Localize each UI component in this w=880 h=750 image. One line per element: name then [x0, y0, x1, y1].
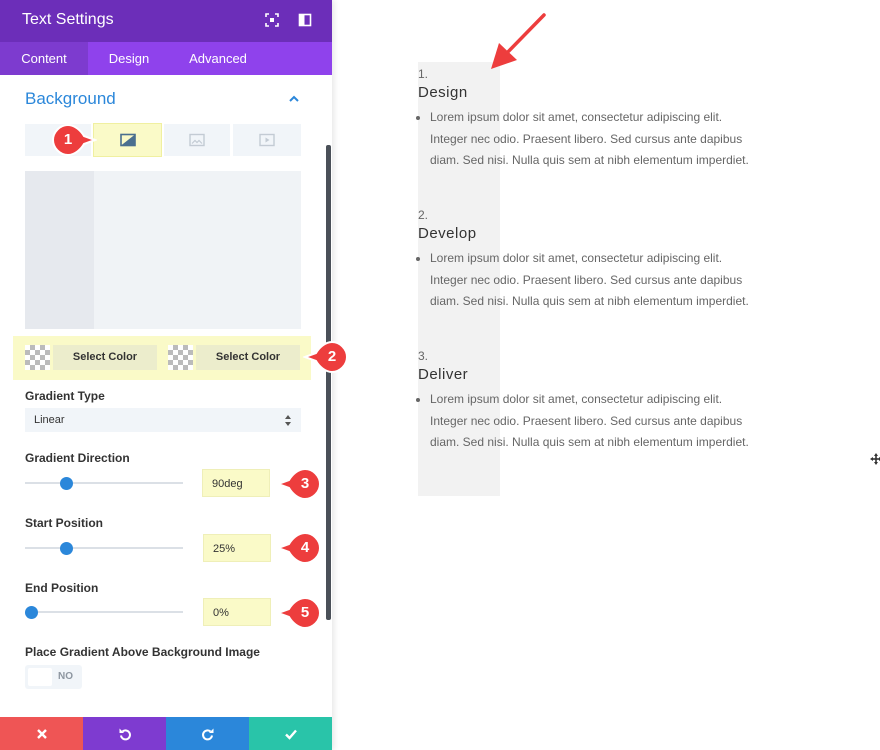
tab-design[interactable]: Design	[88, 42, 170, 75]
item-text: Lorem ipsum dolor sit amet, consectetur …	[430, 248, 758, 313]
focus-icon[interactable]	[265, 13, 279, 27]
select-arrows-icon	[285, 415, 291, 426]
gradient-type-value: Linear	[34, 414, 65, 426]
panel-action-bar	[0, 717, 332, 750]
item-text: Lorem ipsum dolor sit amet, consectetur …	[430, 107, 758, 172]
item-number: 1.	[418, 67, 429, 81]
image-icon	[189, 133, 205, 147]
marker-number: 1	[63, 131, 73, 148]
chevron-up-icon[interactable]	[287, 92, 301, 104]
undo-button[interactable]	[83, 717, 166, 750]
arrow-annotation-icon	[491, 13, 546, 69]
place-gradient-label: Place Gradient Above Background Image	[25, 645, 260, 659]
gradient-type-select[interactable]: Linear	[25, 408, 301, 432]
gradient-type-label: Gradient Type	[25, 389, 105, 403]
item-number: 3.	[418, 349, 429, 363]
annotation-marker-3: 3	[276, 467, 322, 501]
end-position-slider[interactable]	[25, 611, 183, 613]
marker-number: 2	[327, 348, 337, 365]
select-end-color-button[interactable]: Select Color	[196, 345, 300, 370]
section-title[interactable]: Background	[25, 89, 116, 109]
select-start-color-button[interactable]: Select Color	[53, 345, 157, 370]
item-text: Lorem ipsum dolor sit amet, consectetur …	[430, 389, 758, 454]
item-title: Develop	[418, 225, 477, 242]
annotation-marker-1: 1	[51, 123, 97, 157]
save-button[interactable]	[249, 717, 332, 750]
sidebar-toggle-icon[interactable]	[298, 13, 312, 27]
gradient-preview	[25, 171, 301, 329]
annotation-marker-4: 4	[276, 531, 322, 565]
gradient-color-row: Select Color Select Color	[13, 336, 311, 380]
start-position-label: Start Position	[25, 516, 104, 530]
toggle-knob	[28, 668, 52, 686]
toggle-state-label: NO	[58, 671, 73, 682]
transparent-swatch[interactable]	[25, 345, 50, 370]
list-item: 3. Deliver Lorem ipsum dolor sit amet, c…	[418, 348, 758, 454]
panel-header: Text Settings	[0, 0, 332, 42]
list-item: 1. Design Lorem ipsum dolor sit amet, co…	[418, 66, 758, 172]
cancel-button[interactable]	[0, 717, 83, 750]
end-position-label: End Position	[25, 581, 99, 595]
marker-number: 5	[300, 604, 310, 621]
end-position-handle[interactable]	[25, 606, 38, 619]
panel-title: Text Settings	[22, 11, 114, 28]
redo-icon	[201, 728, 213, 740]
item-number: 2.	[418, 208, 429, 222]
gradient-icon	[119, 133, 136, 147]
redo-button[interactable]	[166, 717, 249, 750]
start-position-input[interactable]: 25%	[203, 534, 271, 562]
bg-tab-gradient[interactable]	[93, 123, 162, 157]
annotation-marker-2: 2	[303, 340, 349, 374]
transparent-swatch[interactable]	[168, 345, 193, 370]
gradient-direction-input[interactable]: 90deg	[202, 469, 270, 497]
annotation-marker-5: 5	[276, 596, 322, 630]
item-title: Deliver	[418, 366, 469, 383]
panel-tabs: Content Design Advanced	[0, 42, 332, 75]
bg-tab-video[interactable]	[233, 124, 301, 156]
marker-number: 3	[300, 475, 310, 492]
check-icon	[284, 729, 297, 740]
gradient-direction-label: Gradient Direction	[25, 451, 130, 465]
tab-advanced[interactable]: Advanced	[170, 42, 266, 75]
gradient-direction-slider[interactable]	[25, 482, 183, 484]
bg-tab-image[interactable]	[164, 124, 230, 156]
end-position-input[interactable]: 0%	[203, 598, 271, 626]
item-title: Design	[418, 84, 468, 101]
move-cursor-icon	[870, 453, 880, 465]
close-icon	[36, 728, 47, 739]
place-gradient-toggle[interactable]: NO	[25, 665, 82, 689]
settings-panel: Text Settings Content Design Advanced Ba…	[0, 0, 332, 750]
tab-content[interactable]: Content	[0, 42, 88, 75]
start-position-slider[interactable]	[25, 547, 183, 549]
panel-scrollbar[interactable]	[326, 145, 331, 620]
marker-number: 4	[300, 539, 310, 556]
gradient-direction-handle[interactable]	[59, 477, 73, 490]
video-icon	[259, 133, 275, 147]
undo-icon	[119, 728, 131, 740]
list-item: 2. Develop Lorem ipsum dolor sit amet, c…	[418, 207, 758, 313]
start-position-handle[interactable]	[59, 542, 73, 555]
